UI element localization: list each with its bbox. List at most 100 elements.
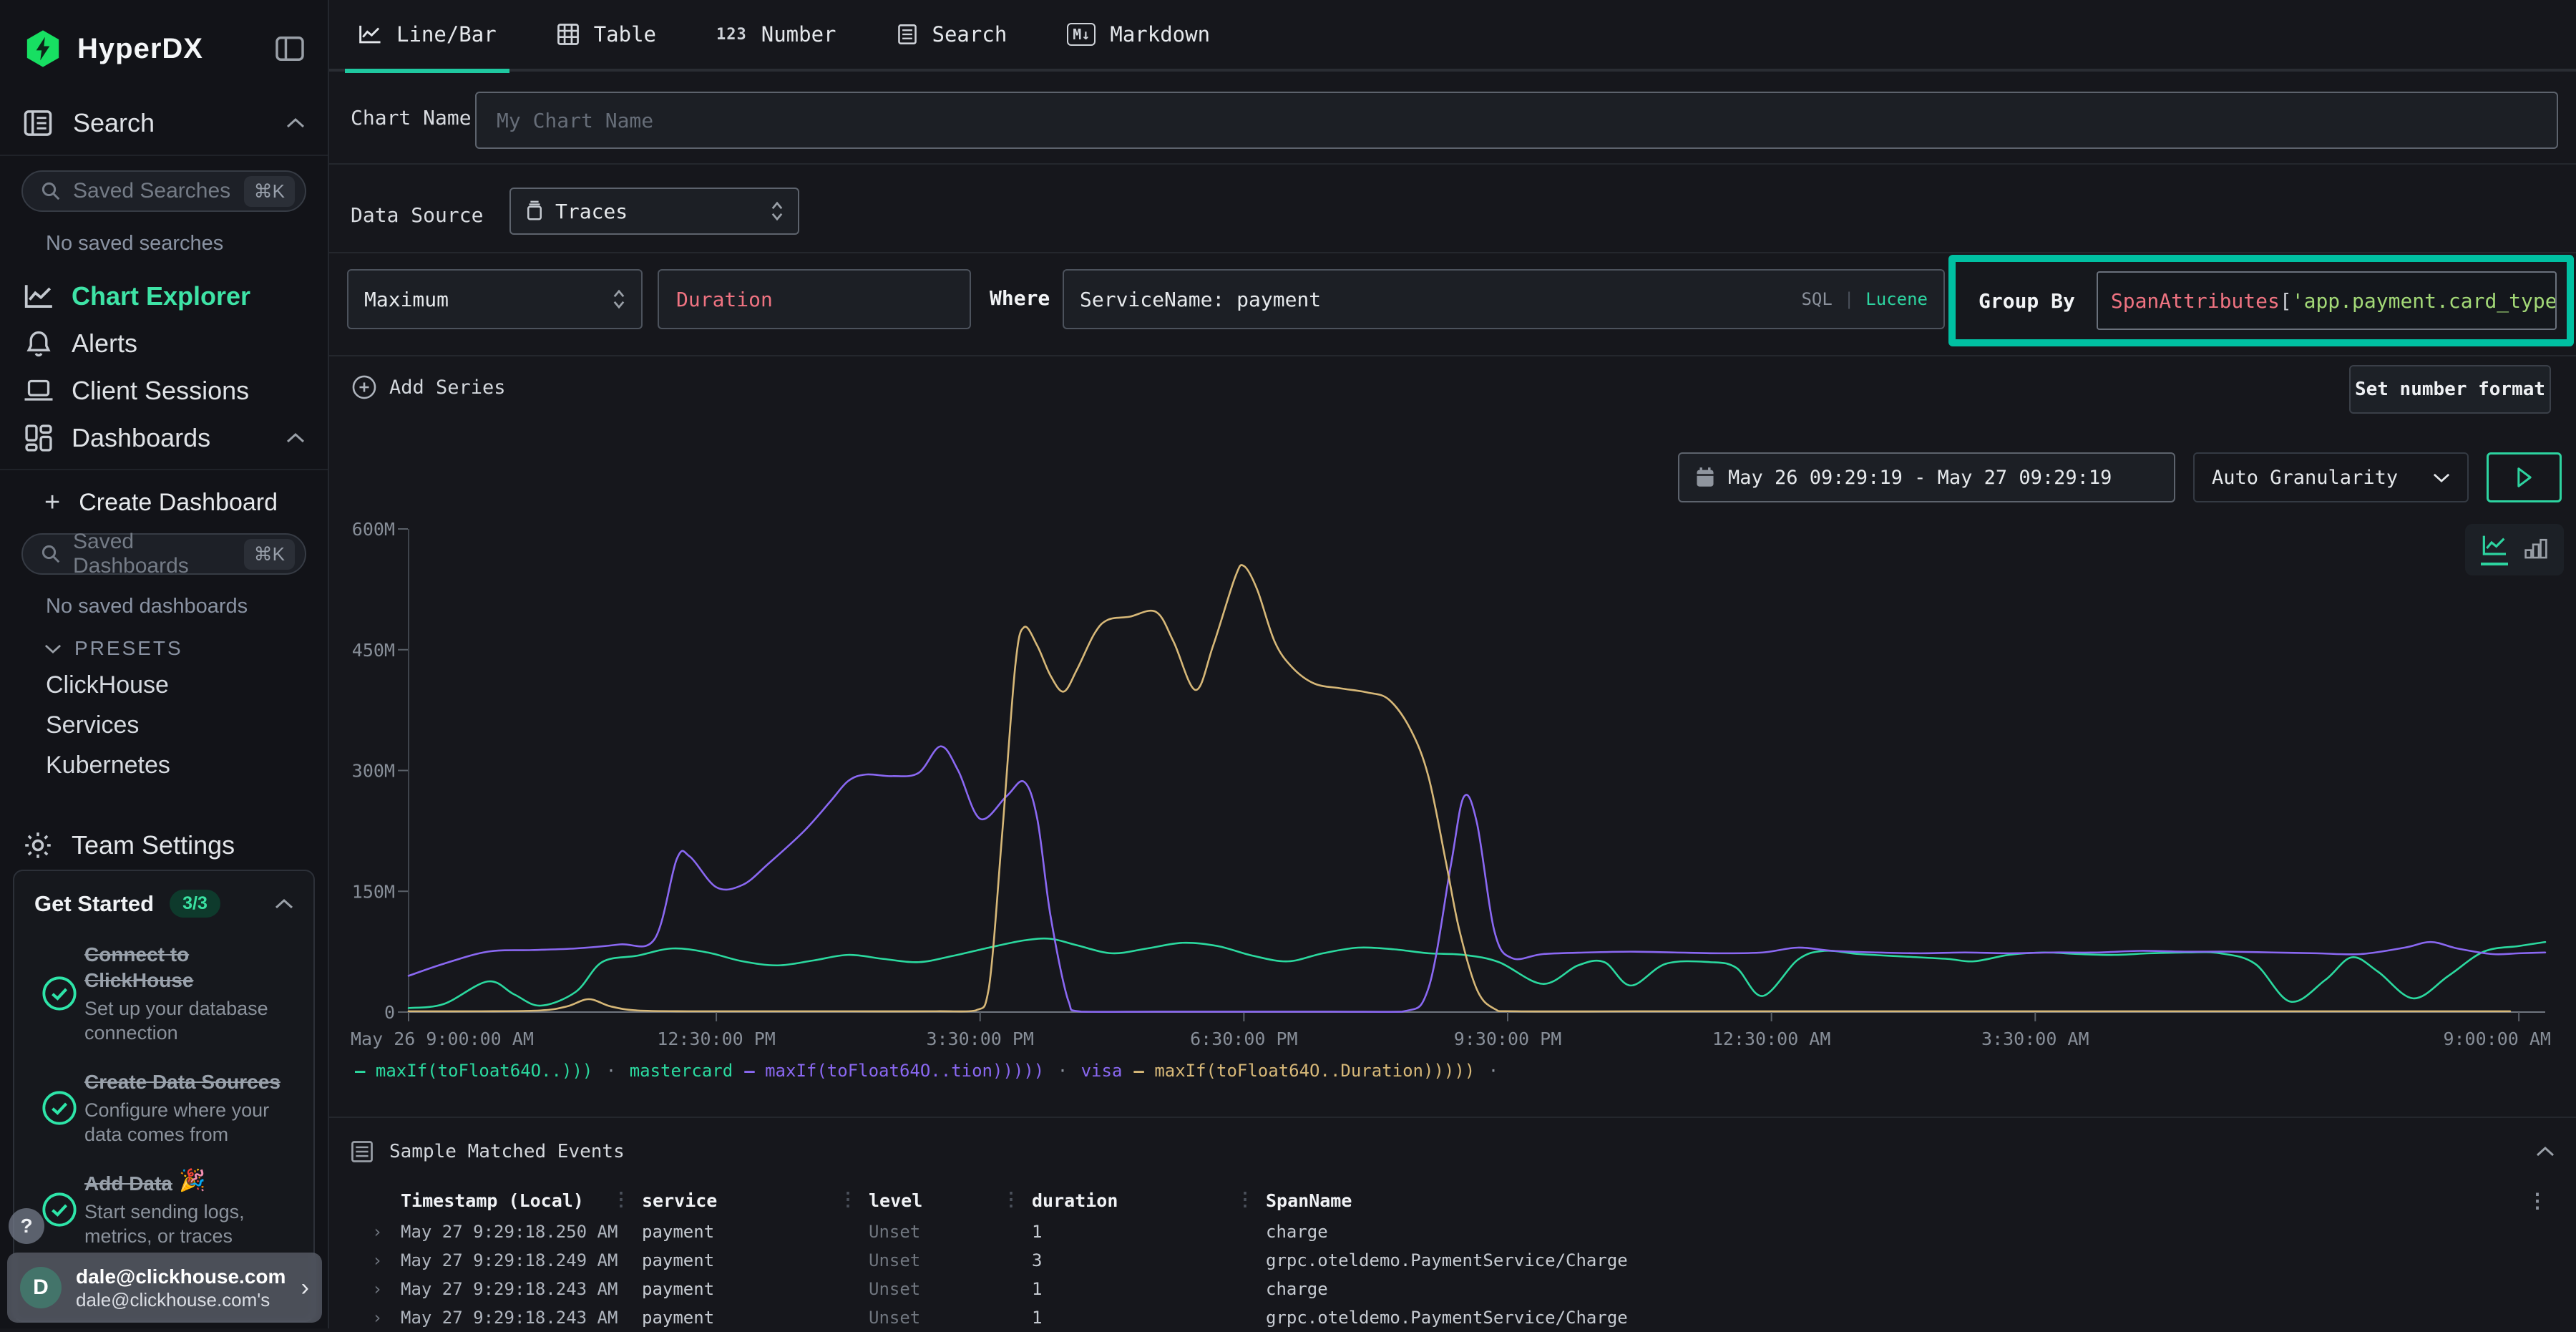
legend-group: visa xyxy=(1081,1061,1123,1081)
timeseries-chart[interactable]: 0150M300M450M600MMay 26 9:00:00 AM12:30:… xyxy=(351,519,2555,1063)
tab-search[interactable]: Search xyxy=(897,0,1008,70)
column-resize-handle[interactable]: ⋮ xyxy=(1002,1189,1020,1210)
line-chart-toggle[interactable] xyxy=(2481,534,2508,565)
sidebar-item-team-settings[interactable]: Team Settings xyxy=(23,830,328,860)
expand-row-icon[interactable]: › xyxy=(372,1303,382,1332)
legend-label[interactable]: maxIf(toFloat64O..tion))))) xyxy=(765,1061,1044,1081)
get-started-item-desc: Start sending logs, metrics, or traces xyxy=(84,1200,293,1248)
lucene-mode-toggle[interactable]: Lucene xyxy=(1865,289,1928,309)
table-row[interactable]: › May 27 9:29:18.243 AM payment Unset 1 … xyxy=(329,1275,2576,1303)
granularity-select[interactable]: Auto Granularity xyxy=(2193,452,2469,502)
get-started-item[interactable]: Add Data Start sending logs, metrics, or… xyxy=(34,1171,293,1248)
sidebar-item-chart-explorer[interactable]: Chart Explorer xyxy=(0,273,328,320)
sql-mode-toggle[interactable]: SQL xyxy=(1801,289,1832,309)
user-email: dale@clickhouse.com xyxy=(76,1265,301,1289)
chevron-right-icon: › xyxy=(301,1274,309,1302)
create-dashboard-button[interactable]: + Create Dashboard xyxy=(44,485,328,520)
bar-chart-toggle[interactable] xyxy=(2524,537,2548,563)
search-section-icon xyxy=(23,110,53,137)
divider xyxy=(329,1117,2576,1118)
chart-toolbar: May 26 09:29:19 - May 27 09:29:19 Auto G… xyxy=(329,452,2576,507)
sidebar-item-alerts[interactable]: Alerts xyxy=(0,320,328,367)
saved-dashboards-input[interactable]: Saved Dashboards ⌘K xyxy=(21,533,306,575)
svg-text:0: 0 xyxy=(384,1002,395,1023)
run-query-button[interactable] xyxy=(2487,452,2562,502)
database-icon xyxy=(525,200,544,222)
column-header-timestamp[interactable]: Timestamp (Local) xyxy=(401,1185,584,1217)
add-series-button[interactable]: Add Series xyxy=(352,375,506,399)
no-saved-searches-text: No saved searches xyxy=(46,232,328,256)
chart-name-input[interactable] xyxy=(475,92,2558,149)
hyperdx-logo-icon xyxy=(23,29,63,69)
check-circle-icon xyxy=(41,975,78,1012)
table-menu-icon[interactable]: ⋮ xyxy=(2527,1189,2547,1212)
column-header-spanname[interactable]: SpanName xyxy=(1266,1185,1352,1217)
expand-row-icon[interactable]: › xyxy=(372,1246,382,1275)
bar-chart-icon xyxy=(2524,537,2548,560)
chevron-up-icon xyxy=(286,117,305,129)
legend-label[interactable]: maxIf(toFloat64O..))) xyxy=(376,1061,592,1081)
get-started-item[interactable]: Create Data Sources Configure where your… xyxy=(34,1069,293,1147)
aggregation-select[interactable]: Maximum xyxy=(347,269,643,329)
tab-markdown[interactable]: M↓ Markdown xyxy=(1067,0,1210,70)
field-input[interactable]: Duration xyxy=(658,269,971,329)
expand-row-icon[interactable]: › xyxy=(372,1275,382,1303)
column-resize-handle[interactable]: ⋮ xyxy=(839,1189,857,1210)
table-row[interactable]: › May 27 9:29:18.249 AM payment Unset 3 … xyxy=(329,1246,2576,1275)
line-chart-icon xyxy=(358,24,382,45)
table-row[interactable]: › May 27 9:29:18.243 AM payment Unset 1 … xyxy=(329,1303,2576,1332)
saved-searches-input[interactable]: Saved Searches ⌘K xyxy=(21,170,306,212)
date-range-input[interactable]: May 26 09:29:19 - May 27 09:29:19 xyxy=(1678,452,2175,502)
column-resize-handle[interactable]: ⋮ xyxy=(1236,1189,1254,1210)
collapse-sidebar-icon[interactable] xyxy=(275,36,305,62)
column-header-service[interactable]: service xyxy=(642,1185,717,1217)
svg-text:3:30:00 AM: 3:30:00 AM xyxy=(1981,1029,2089,1049)
chevron-up-icon[interactable] xyxy=(275,898,293,910)
preset-services[interactable]: Services xyxy=(46,711,328,740)
document-list-icon xyxy=(897,24,918,45)
sidebar-item-dashboards[interactable]: Dashboards xyxy=(0,414,328,462)
presets-toggle[interactable]: PRESETS xyxy=(44,637,328,660)
legend-swatch: — xyxy=(1133,1061,1143,1081)
chart-type-tabbar: Line/Bar Table 123 Number Search xyxy=(329,0,2576,72)
plus-circle-icon xyxy=(352,375,376,399)
sidebar-item-client-sessions[interactable]: Client Sessions xyxy=(0,367,328,414)
get-started-title: Get Started xyxy=(34,891,154,917)
svg-text:9:30:00 PM: 9:30:00 PM xyxy=(1454,1029,1562,1049)
saved-dashboards-placeholder: Saved Dashboards xyxy=(73,530,244,578)
legend-label[interactable]: maxIf(toFloat64O..Duration))))) xyxy=(1154,1061,1475,1081)
no-saved-dashboards-text: No saved dashboards xyxy=(46,595,328,618)
date-range-value: May 26 09:29:19 - May 27 09:29:19 xyxy=(1728,467,2112,489)
tab-number[interactable]: 123 Number xyxy=(716,0,836,70)
preset-clickhouse[interactable]: ClickHouse xyxy=(46,671,328,700)
events-panel-title: Sample Matched Events xyxy=(389,1141,2536,1162)
brand-title: HyperDX xyxy=(77,33,275,65)
column-header-level[interactable]: level xyxy=(869,1185,922,1217)
user-menu[interactable]: D dale@clickhouse.com dale@clickhouse.co… xyxy=(7,1253,322,1323)
data-source-select[interactable]: Traces xyxy=(509,188,799,235)
table-row[interactable]: › May 27 9:29:18.250 AM payment Unset 1 … xyxy=(329,1217,2576,1246)
logo-row: HyperDX xyxy=(0,0,328,69)
get-started-item[interactable]: Connect to ClickHouse Set up your databa… xyxy=(34,942,293,1045)
tab-table[interactable]: Table xyxy=(557,0,656,70)
table-icon xyxy=(557,23,580,46)
data-source-label: Data Source xyxy=(351,203,483,227)
sidebar-item-label: Chart Explorer xyxy=(72,281,305,311)
tab-line-bar[interactable]: Line/Bar xyxy=(358,0,497,70)
preset-kubernetes[interactable]: Kubernetes xyxy=(46,752,328,780)
sidebar-section-search[interactable]: Search xyxy=(0,104,328,142)
get-started-item-desc: Set up your database connection xyxy=(84,996,293,1045)
expand-row-icon[interactable]: › xyxy=(372,1217,382,1246)
group-by-input[interactable]: SpanAttributes['app.payment.card_type'] xyxy=(2097,271,2557,330)
set-number-format-button[interactable]: Set number format xyxy=(2349,365,2551,414)
column-header-duration[interactable]: duration xyxy=(1032,1185,1118,1217)
svg-text:12:30:00 PM: 12:30:00 PM xyxy=(657,1029,776,1049)
where-label: Where xyxy=(990,286,1050,310)
help-button[interactable]: ? xyxy=(9,1208,44,1244)
chevron-up-icon[interactable] xyxy=(2536,1146,2555,1157)
column-resize-handle[interactable]: ⋮ xyxy=(612,1189,630,1210)
events-panel-header[interactable]: Sample Matched Events xyxy=(351,1135,2555,1168)
svg-text:450M: 450M xyxy=(352,640,395,661)
events-table-header: Timestamp (Local) ⋮ service ⋮ level ⋮ du… xyxy=(329,1185,2576,1217)
where-input[interactable]: ServiceName: payment SQL | Lucene xyxy=(1063,269,1945,329)
